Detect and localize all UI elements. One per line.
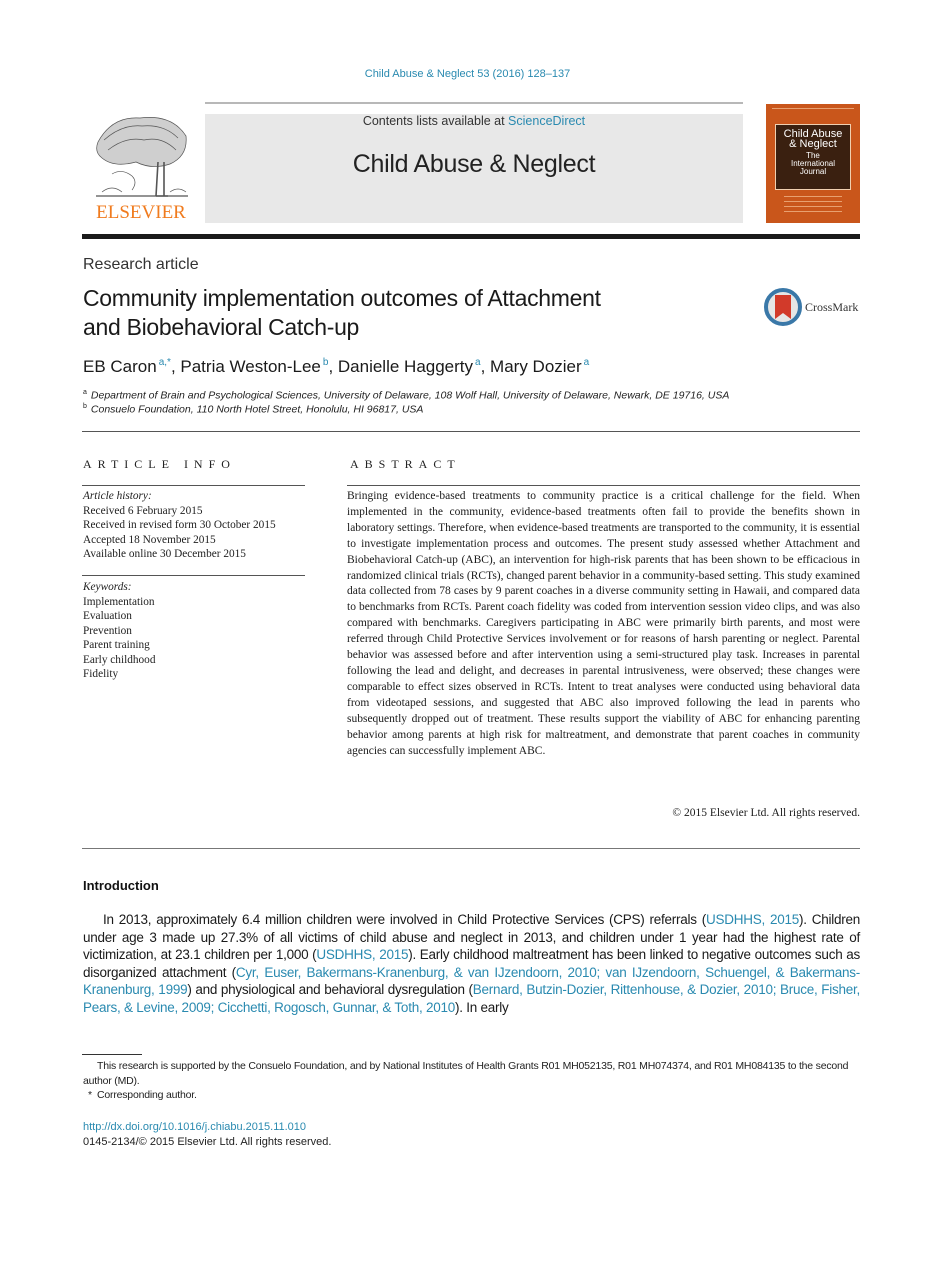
author-affiliation-mark[interactable]: a [584,357,590,368]
author-affiliation-mark[interactable]: b [323,357,329,368]
affiliation-text: Department of Brain and Psychological Sc… [90,389,730,402]
elsevier-logo[interactable]: ELSEVIER [82,112,200,224]
contents-availability: Contents lists available at ScienceDirec… [205,114,743,128]
introduction-heading: Introduction [83,878,159,893]
affiliation-mark: b [83,403,87,410]
keyword: Fidelity [83,668,119,680]
author-name[interactable]: EB Caron [83,357,157,376]
author-list: EB Caron a,*, Patria Weston-Lee b, Daniell… [83,357,590,376]
cover-subtitle-line: Journal [799,167,827,176]
author[interactable]: Danielle Haggerty a [338,357,481,376]
journal-title[interactable]: Child Abuse & Neglect [205,150,743,179]
citation-link[interactable]: USDHHS, 2015 [706,912,799,927]
author-name[interactable]: Patria Weston-Lee [180,357,320,376]
divider [82,575,305,576]
author-name[interactable]: Mary Dozier [490,357,582,376]
author[interactable]: EB Caron a,* [83,357,171,376]
header-divider [205,102,743,104]
body-text: ) and physiological and behavioral dysre… [187,982,473,998]
article-title-line: and Biobehavioral Catch-up [83,314,360,340]
cover-editor-lines [784,196,842,216]
sciencedirect-link[interactable]: ScienceDirect [508,114,585,128]
history-item: Accepted 18 November 2015 [83,533,216,546]
article-title: Community implementation outcomes of Att… [83,284,723,342]
corresponding-text: Corresponding author. [97,1089,197,1101]
keyword: Implementation [83,595,155,608]
article-title-line: Community implementation outcomes of Att… [83,285,601,311]
elsevier-wordmark: ELSEVIER [96,202,186,223]
keyword: Evaluation [83,610,132,622]
journal-citation-link[interactable]: Child Abuse & Neglect 53 (2016) 128–137 [0,68,935,80]
cover-title-box: Child Abuse & Neglect The International … [775,124,851,190]
article-history: Article history: Received 6 February 201… [83,489,276,562]
funding-footnote: This research is supported by the Consue… [83,1059,860,1088]
contents-prefix: Contents lists available at [362,114,509,128]
doi-link[interactable]: http://dx.doi.org/10.1016/j.chiabu.2015.… [83,1121,306,1133]
divider [82,848,860,849]
keyword: Prevention [83,624,132,637]
body-text: ). In early [455,999,509,1015]
author[interactable]: Mary Dozier a [490,357,589,376]
journal-ref-text[interactable]: Child Abuse & Neglect 53 (2016) 128–137 [365,68,570,80]
introduction-paragraph: In 2013, approximately 6.4 million child… [83,911,860,1017]
body-text: In 2013, approximately 6.4 million child… [103,912,706,927]
journal-cover-thumbnail[interactable]: Child Abuse & Neglect The International … [766,104,860,223]
author[interactable]: Patria Weston-Lee b [180,357,328,376]
article-type: Research article [83,256,199,273]
crossmark-button[interactable]: CrossMark [764,287,864,327]
cover-header-line [772,108,854,111]
divider [347,485,860,486]
affiliation: a Department of Brain and Psychological S… [83,389,729,402]
divider [82,431,860,432]
keywords: Keywords: Implementation Evaluation Prev… [83,580,155,682]
keyword: Parent training [83,639,150,651]
journal-masthead: Contents lists available at ScienceDirec… [205,114,743,223]
author-name[interactable]: Danielle Haggerty [338,357,473,376]
history-item: Received in revised form 30 October 2015 [83,519,276,531]
footnote-mark: * [88,1089,92,1101]
author-affiliation-mark[interactable]: a [475,357,481,368]
cover-title-line: & Neglect [789,138,837,150]
history-item: Available online 30 December 2015 [83,548,246,560]
corresponding-footnote: * Corresponding author. [83,1088,860,1103]
affiliation: b Consuelo Foundation, 110 North Hotel St… [83,403,423,416]
history-item: Received 6 February 2015 [83,504,203,517]
issn-copyright: 0145-2134/© 2015 Elsevier Ltd. All right… [83,1136,332,1148]
footnotes: This research is supported by the Consue… [83,1059,860,1103]
divider [82,485,305,486]
author-affiliation-mark[interactable]: a,* [159,357,171,368]
crossmark-label: CrossMark [805,300,859,314]
header-thick-rule [82,234,860,239]
elsevier-tree-icon [96,117,188,197]
funding-text: This research is supported by the Consue… [83,1060,849,1087]
article-info-heading: ARTICLE INFO [83,457,236,471]
keyword: Early childhood [83,653,156,666]
abstract-copyright: © 2015 Elsevier Ltd. All rights reserved… [672,807,860,819]
article-history-label: Article history: [83,490,152,502]
citation-link[interactable]: USDHHS, 2015 [316,947,408,962]
affiliation-text: Consuelo Foundation, 110 North Hotel Str… [90,403,424,416]
abstract-body: Bringing evidence-based treatments to co… [347,490,860,757]
crossmark-icon [764,288,802,326]
footnote-rule [82,1054,142,1055]
abstract-heading: ABSTRACT [350,457,461,471]
affiliation-mark: a [83,389,87,396]
keywords-label: Keywords: [83,581,132,593]
